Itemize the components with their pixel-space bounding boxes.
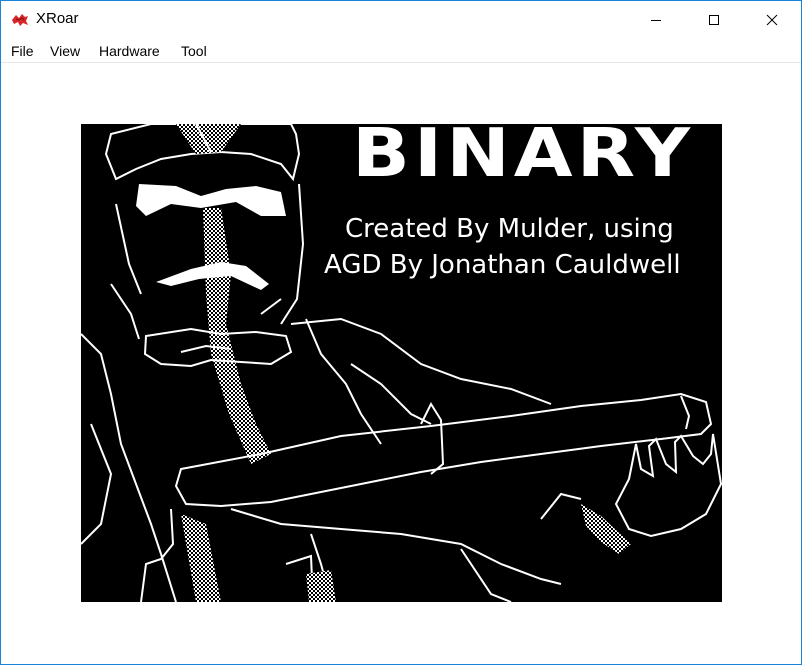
emulator-client-area: BINARY Created By Mulder, using AGD By J… (1, 64, 801, 664)
title-bar[interactable]: XRoar (1, 1, 801, 39)
credit-line-2: AGD By Jonathan Cauldwell (324, 250, 681, 280)
xroar-window: XRoar File View Hardware Tool BINARY Cre… (0, 0, 802, 665)
title-artwork (81, 124, 722, 602)
close-icon (766, 14, 778, 26)
emulator-screen[interactable]: BINARY Created By Mulder, using AGD By J… (81, 124, 722, 602)
maximize-button[interactable] (685, 1, 743, 39)
credit-line-1: Created By Mulder, using (345, 214, 674, 244)
maximize-icon (709, 15, 719, 25)
game-title-logo: BINARY (351, 124, 695, 192)
menu-view[interactable]: View (50, 43, 80, 59)
minimize-button[interactable] (627, 1, 685, 39)
menu-hardware[interactable]: Hardware (99, 43, 160, 59)
dragon-icon (12, 14, 28, 26)
minimize-icon (651, 20, 661, 21)
menu-tool[interactable]: Tool (181, 43, 207, 59)
window-title: XRoar (36, 10, 79, 27)
menu-bar: File View Hardware Tool (1, 39, 801, 63)
menu-file[interactable]: File (11, 43, 34, 59)
close-button[interactable] (743, 1, 801, 39)
